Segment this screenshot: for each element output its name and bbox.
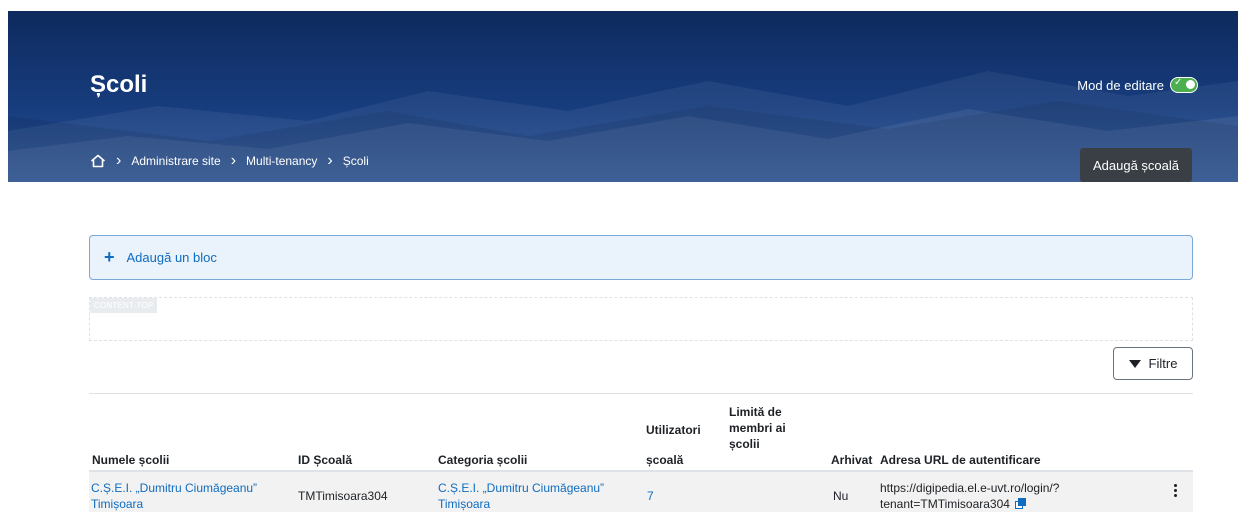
toggle-check-icon: ✓ xyxy=(1174,77,1183,88)
column-header-name[interactable]: Numele școlii xyxy=(92,452,169,468)
kebab-menu-icon[interactable] xyxy=(1174,484,1178,497)
filter-funnel-icon xyxy=(1128,359,1141,368)
breadcrumb-multi-tenancy[interactable]: Multi-tenancy xyxy=(246,154,317,168)
school-name-link[interactable]: C.Ș.E.I. „Dumitru Ciumăgeanu” Timișoara xyxy=(91,480,257,512)
column-header-category[interactable]: Categoria școlii xyxy=(438,452,527,468)
school-id-cell: TMTimisoara304 xyxy=(298,489,388,503)
school-users-count-link[interactable]: 7 xyxy=(647,488,654,504)
school-name-line1: C.Ș.E.I. „Dumitru Ciumăgeanu” xyxy=(91,481,258,495)
column-header-archived[interactable]: Arhivat xyxy=(831,452,872,468)
column-header-limit-line3: școlii xyxy=(729,437,760,451)
breadcrumb: › Administrare site › Multi-tenancy › Șc… xyxy=(90,152,369,169)
auth-url-line2: tenant=TMTimisoara304 xyxy=(880,497,1010,511)
edit-mode-label: Mod de editare xyxy=(1077,77,1164,93)
column-header-users[interactable]: Utilizatori școală xyxy=(646,422,701,468)
page-title: Școli xyxy=(90,71,148,98)
table-top-border xyxy=(89,393,1193,394)
auth-url-line2-wrap: tenant=TMTimisoara304 xyxy=(880,496,1059,512)
content-top-region: CONTENT-TOP xyxy=(89,297,1193,341)
column-header-limit-line2: membri ai xyxy=(729,421,786,435)
breadcrumb-schools: Școli xyxy=(342,154,369,168)
page-header-banner: Școli Mod de editare ✓ › Administrare si… xyxy=(8,11,1238,182)
home-icon[interactable] xyxy=(90,154,106,168)
auth-url-cell: https://digipedia.el.e-uvt.ro/login/? te… xyxy=(880,480,1059,512)
edit-mode-control[interactable]: Mod de editare ✓ xyxy=(1077,77,1198,93)
plus-icon: + xyxy=(104,247,115,267)
filters-label: Filtre xyxy=(1148,356,1178,371)
column-header-member-limit[interactable]: Limită de membri ai școlii xyxy=(729,404,786,452)
column-header-limit-line1: Limită de xyxy=(729,405,782,419)
add-block-button[interactable]: + Adaugă un bloc xyxy=(89,235,1193,280)
edit-mode-toggle[interactable]: ✓ xyxy=(1170,77,1198,93)
column-header-users-line1: Utilizatori xyxy=(646,423,701,437)
chevron-right-icon: › xyxy=(230,152,237,169)
chevron-right-icon: › xyxy=(327,152,333,169)
school-category-line2: Timișoara xyxy=(438,497,491,511)
copy-icon[interactable] xyxy=(1015,498,1027,509)
region-tag: CONTENT-TOP xyxy=(90,298,158,313)
add-school-button[interactable]: Adaugă școală xyxy=(1079,148,1192,182)
school-category-link[interactable]: C.Ș.E.I. „Dumitru Ciumăgeanu” Timișoara xyxy=(438,480,604,512)
auth-url-line1: https://digipedia.el.e-uvt.ro/login/? xyxy=(880,481,1060,495)
toggle-knob xyxy=(1186,80,1195,89)
filters-button[interactable]: Filtre xyxy=(1113,347,1193,380)
breadcrumb-site-admin[interactable]: Administrare site xyxy=(131,154,220,168)
school-category-line1: C.Ș.E.I. „Dumitru Ciumăgeanu” xyxy=(438,481,605,495)
column-header-id[interactable]: ID Școală xyxy=(298,452,352,468)
school-name-line2: Timișoara xyxy=(91,497,144,511)
school-archived-cell: Nu xyxy=(833,489,849,503)
column-header-users-line2: școală xyxy=(646,453,684,467)
add-block-label: Adaugă un bloc xyxy=(126,250,217,265)
column-header-auth-url[interactable]: Adresa URL de autentificare xyxy=(880,452,1041,468)
chevron-right-icon: › xyxy=(116,152,122,169)
